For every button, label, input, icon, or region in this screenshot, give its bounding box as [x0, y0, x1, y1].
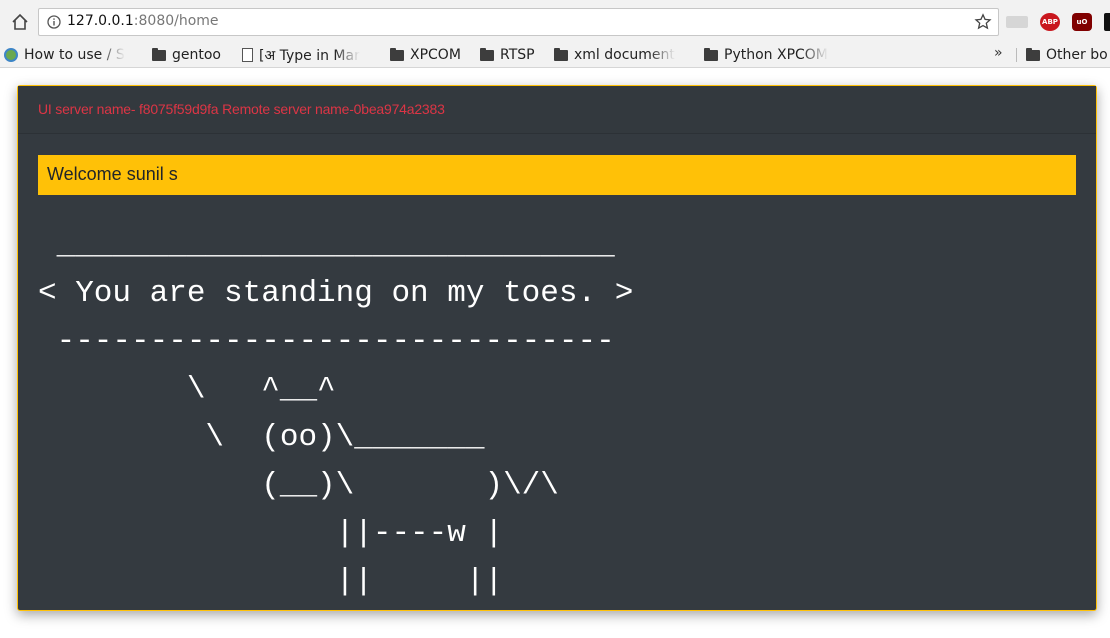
bookmark-rtsp[interactable]: RTSP	[480, 45, 546, 65]
extension-toolbar: ABP uO	[1006, 12, 1110, 32]
cowsay-art: ______________________________ < You are…	[38, 228, 634, 599]
bookmark-gentoo[interactable]: gentoo	[152, 45, 232, 65]
bookmark-label: RTSP	[500, 47, 535, 63]
welcome-alert: Welcome sunil s	[38, 155, 1076, 195]
adblock-plus-icon[interactable]: ABP	[1040, 13, 1060, 31]
ublock-origin-icon[interactable]: uO	[1072, 13, 1092, 31]
bookmark-python-xpcom[interactable]: Python XPCOM	[704, 45, 840, 65]
bookmark-xml-document[interactable]: xml document	[554, 45, 688, 65]
bookmark-label: gentoo	[172, 47, 221, 63]
card-header: UI server name- f8075f59d9fa Remote serv…	[18, 86, 1096, 134]
url-host: 127.0.0.1	[67, 13, 134, 29]
bookmarks-bar: How to use / S gentoo [अ Type in Mar XPC…	[0, 42, 1110, 68]
bookmark-how-to-use[interactable]: How to use / S	[4, 45, 136, 65]
folder-icon	[554, 47, 568, 61]
bookmark-label: How to use / S	[24, 47, 125, 63]
bookmark-label: Python XPCOM	[724, 47, 828, 63]
main-card: UI server name- f8075f59d9fa Remote serv…	[17, 85, 1097, 611]
bookmarks-divider	[1016, 48, 1017, 62]
folder-icon	[704, 47, 718, 61]
url-text[interactable]: 127.0.0.1:8080/home	[67, 13, 219, 29]
folder-icon	[152, 47, 166, 61]
extension-icon[interactable]	[1104, 13, 1110, 31]
folder-icon	[390, 47, 404, 61]
welcome-text: Welcome sunil s	[47, 164, 178, 184]
url-path: :8080/home	[133, 13, 219, 29]
browser-toolbar: 127.0.0.1:8080/home ABP uO	[0, 0, 1110, 42]
bookmark-label: [अ Type in Mar	[259, 47, 360, 64]
page-icon	[242, 48, 253, 62]
bookmarks-overflow-button[interactable]: »	[994, 45, 1003, 61]
folder-icon	[1026, 47, 1040, 61]
info-icon[interactable]	[47, 15, 61, 29]
pdf-extension-icon[interactable]	[1006, 16, 1028, 28]
other-bookmarks-label: Other bo	[1046, 47, 1108, 63]
site-favicon-icon	[4, 48, 18, 62]
bookmark-label: xml document	[574, 47, 675, 63]
server-info-text: UI server name- f8075f59d9fa Remote serv…	[38, 101, 445, 117]
bookmark-star-icon[interactable]	[974, 13, 992, 31]
folder-icon	[480, 47, 494, 61]
bookmark-type-in-marathi[interactable]: [अ Type in Mar	[242, 45, 374, 65]
home-icon	[12, 13, 28, 30]
bookmark-xpcom[interactable]: XPCOM	[390, 45, 470, 65]
home-button[interactable]	[10, 12, 30, 32]
bookmark-label: XPCOM	[410, 47, 461, 63]
other-bookmarks[interactable]: Other bo	[1026, 45, 1110, 65]
address-bar[interactable]: 127.0.0.1:8080/home	[38, 8, 999, 36]
